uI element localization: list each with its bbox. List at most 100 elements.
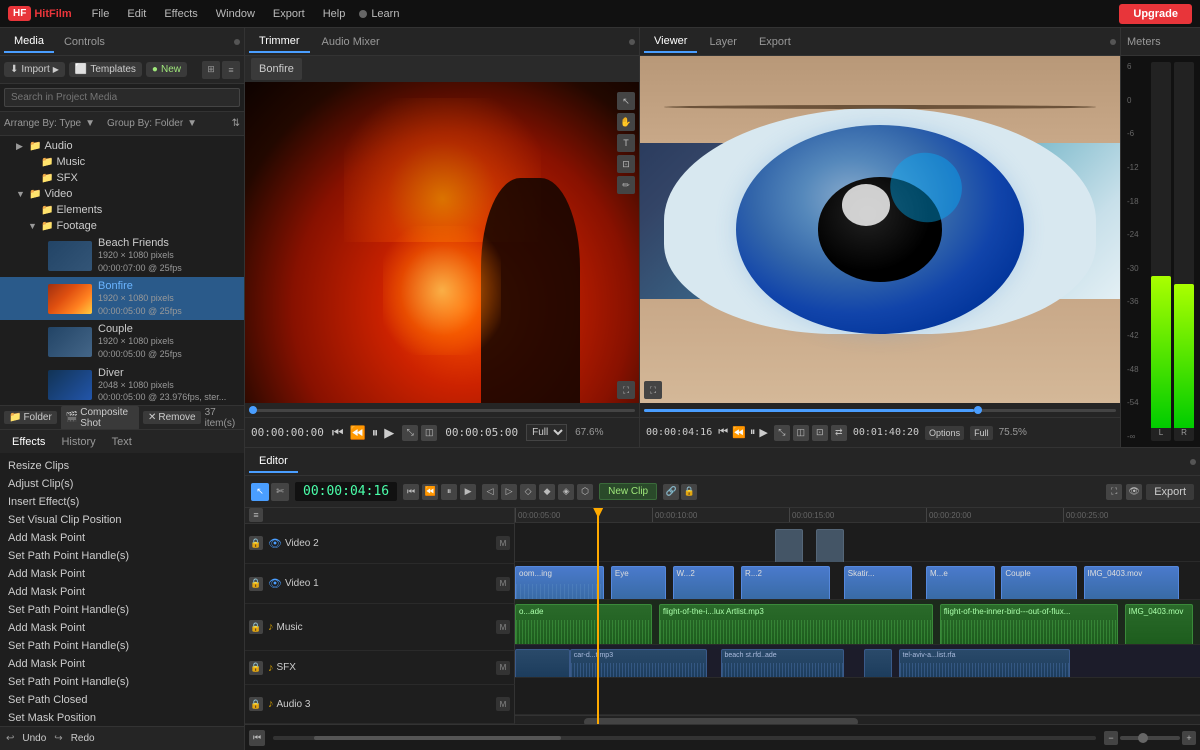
undo-label[interactable]: Undo bbox=[22, 733, 46, 744]
tab-editor[interactable]: Editor bbox=[249, 451, 298, 473]
clip-sfx-3[interactable] bbox=[864, 649, 891, 678]
eye-v2-icon[interactable]: 👁 bbox=[268, 537, 282, 550]
composite-shot-button[interactable]: 🎬 Composite Shot bbox=[61, 406, 139, 430]
tab-trimmer[interactable]: Trimmer bbox=[249, 31, 310, 53]
timeline-scrollbar[interactable] bbox=[515, 715, 1200, 724]
learn-button[interactable]: Learn bbox=[359, 8, 399, 20]
tl-rw-icon[interactable]: ⏪ bbox=[422, 484, 438, 500]
lock-v2-icon[interactable]: 🔒 bbox=[249, 536, 263, 550]
tab-audio-mixer[interactable]: Audio Mixer bbox=[312, 32, 390, 52]
new-button[interactable]: ● New bbox=[146, 62, 187, 77]
remove-button[interactable]: ✕ Remove bbox=[143, 411, 201, 424]
tab-viewer[interactable]: Viewer bbox=[644, 31, 697, 53]
tl-select-tool[interactable]: ↖ bbox=[251, 483, 269, 501]
effect-add-mask-4[interactable]: Add Mask Point bbox=[4, 619, 240, 637]
tl-bottom-btn1[interactable]: ⏮ bbox=[249, 730, 265, 746]
export-button[interactable]: Export bbox=[1146, 484, 1194, 500]
viewer-full-btn[interactable]: Full bbox=[970, 426, 993, 440]
folder-button[interactable]: 📁 Folder bbox=[4, 411, 57, 424]
effect-resize-clips[interactable]: Resize Clips bbox=[4, 457, 240, 475]
clip-v1-w2[interactable]: W...2 bbox=[673, 566, 735, 601]
effect-add-mask-1[interactable]: Add Mask Point bbox=[4, 529, 240, 547]
effect-set-path-4[interactable]: Set Path Point Handle(s) bbox=[4, 673, 240, 691]
group-dropdown-icon[interactable]: ▼ bbox=[187, 118, 197, 129]
tree-footage[interactable]: ▼ 📁 Footage bbox=[0, 218, 244, 234]
audio3-icon[interactable]: ♪ bbox=[268, 698, 274, 710]
scrollbar-thumb[interactable] bbox=[584, 718, 858, 724]
viewer-transport-prev[interactable]: ⏪ bbox=[732, 426, 746, 439]
tab-export-viewer[interactable]: Export bbox=[749, 32, 801, 52]
viewer-playhead[interactable] bbox=[974, 406, 982, 414]
trimmer-timeline[interactable] bbox=[249, 409, 635, 412]
transport-prev-frame[interactable]: ⏪ bbox=[350, 425, 366, 441]
tool-hand[interactable]: ✋ bbox=[617, 113, 635, 131]
clip-music-2[interactable]: flight-of-the-i...lux Artlist.mp3 bbox=[659, 604, 933, 645]
tree-elements[interactable]: 📁 Elements bbox=[0, 202, 244, 218]
tl-zoom-in-icon[interactable]: + bbox=[1182, 731, 1196, 745]
tool-text[interactable]: T bbox=[617, 134, 635, 152]
clip-v1-skate[interactable]: Skatir... bbox=[844, 566, 913, 601]
clip-v1-r2[interactable]: R...2 bbox=[741, 566, 830, 601]
eye-v1-icon[interactable]: 👁 bbox=[268, 577, 282, 590]
viewer-expand-icon[interactable]: ⛶ bbox=[644, 381, 662, 399]
effect-set-path-2[interactable]: Set Path Point Handle(s) bbox=[4, 601, 240, 619]
tab-controls[interactable]: Controls bbox=[54, 32, 115, 52]
menu-effects[interactable]: Effects bbox=[156, 6, 205, 22]
clip-sfx-4[interactable]: tel-aviv-a...list.rfa bbox=[899, 649, 1070, 678]
tl-in-icon[interactable]: ◆ bbox=[539, 484, 555, 500]
clip-v1-eye[interactable]: Eye bbox=[611, 566, 666, 601]
effect-set-path-1[interactable]: Set Path Point Handle(s) bbox=[4, 547, 240, 565]
tl-link-icon[interactable]: 🔗 bbox=[663, 484, 679, 500]
track-v2-content[interactable] bbox=[515, 523, 1200, 562]
tree-audio[interactable]: ▶ 📁 Audio bbox=[0, 138, 244, 154]
lock-m-icon[interactable]: 🔒 bbox=[249, 620, 263, 634]
transport-play[interactable]: ▶ bbox=[384, 425, 394, 441]
tl-zoom-handle[interactable] bbox=[1138, 733, 1148, 743]
tl-clip-icon[interactable]: ◇ bbox=[520, 484, 536, 500]
viewer-tool-2[interactable]: ◫ bbox=[793, 425, 809, 441]
file-bonfire[interactable]: Bonfire 1920 × 1080 pixels 00:00:05:00 @… bbox=[0, 277, 244, 320]
transport-start[interactable]: ⏮ bbox=[332, 425, 344, 441]
tl-fit-icon[interactable]: ⛶ bbox=[1106, 484, 1122, 500]
tree-music[interactable]: 📁 Music bbox=[0, 154, 244, 170]
sort-icon[interactable]: ⇅ bbox=[232, 118, 240, 129]
tl-ff-icon[interactable]: ▶ bbox=[460, 484, 476, 500]
tl-key-icon[interactable]: ⬡ bbox=[577, 484, 593, 500]
tl-lock-icon[interactable]: 🔒 bbox=[681, 484, 697, 500]
tab-media[interactable]: Media bbox=[4, 31, 54, 53]
viewer-transport-play[interactable]: ▶ bbox=[759, 426, 767, 439]
transport-play-pause[interactable]: ⏸ bbox=[372, 425, 379, 441]
viewer-timeline[interactable] bbox=[644, 409, 1116, 412]
tl-out-icon[interactable]: ◈ bbox=[558, 484, 574, 500]
viewer-options-btn[interactable]: Options bbox=[925, 426, 964, 440]
effect-set-path-closed[interactable]: Set Path Closed bbox=[4, 691, 240, 709]
tl-play-icon[interactable]: ⏸ bbox=[441, 484, 457, 500]
clip-music-img0403[interactable]: IMG_0403.mov bbox=[1125, 604, 1194, 645]
list-view-icon[interactable]: ≡ bbox=[222, 61, 240, 79]
tracks-menu-icon[interactable]: ≡ bbox=[249, 508, 263, 522]
tab-layer[interactable]: Layer bbox=[699, 32, 747, 52]
clip-v1-me[interactable]: M...e bbox=[926, 566, 995, 601]
clip-v1-1[interactable]: oom...ing bbox=[515, 566, 604, 601]
track-music-content[interactable]: o...ade flight-of-the-i...lux Artlist.mp… bbox=[515, 600, 1200, 645]
tab-effects[interactable]: Effects bbox=[4, 434, 53, 450]
tree-video[interactable]: ▼ 📁 Video bbox=[0, 186, 244, 202]
track-sfx-content[interactable]: car-d...t.mp3 beach st.rfd..ade tel-aviv… bbox=[515, 645, 1200, 678]
menu-export[interactable]: Export bbox=[265, 6, 313, 22]
file-beach-friends[interactable]: Beach Friends 1920 × 1080 pixels 00:00:0… bbox=[0, 234, 244, 277]
tracka3-ctrl1[interactable]: M bbox=[496, 697, 510, 711]
clip-sfx-2[interactable]: beach st.rfd..ade bbox=[721, 649, 844, 678]
trimmer-full-select[interactable]: Full bbox=[526, 424, 567, 441]
file-couple[interactable]: Couple 1920 × 1080 pixels 00:00:05:00 @ … bbox=[0, 320, 244, 363]
tab-history[interactable]: History bbox=[53, 434, 103, 450]
tl-scroll-thumb[interactable] bbox=[314, 736, 561, 740]
tl-eye2-icon[interactable]: 👁 bbox=[1126, 484, 1142, 500]
menu-window[interactable]: Window bbox=[208, 6, 263, 22]
import-button[interactable]: ⬇ Import ▶ bbox=[4, 62, 65, 77]
expand-icon[interactable]: ⛶ bbox=[617, 381, 635, 399]
viewer-tool-3[interactable]: ⊡ bbox=[812, 425, 828, 441]
trim-icon-2[interactable]: ◫ bbox=[421, 425, 437, 441]
lock-s-icon[interactable]: 🔒 bbox=[249, 661, 263, 675]
trackm-ctrl1[interactable]: M bbox=[496, 620, 510, 634]
lock-a3-icon[interactable]: 🔒 bbox=[249, 697, 263, 711]
